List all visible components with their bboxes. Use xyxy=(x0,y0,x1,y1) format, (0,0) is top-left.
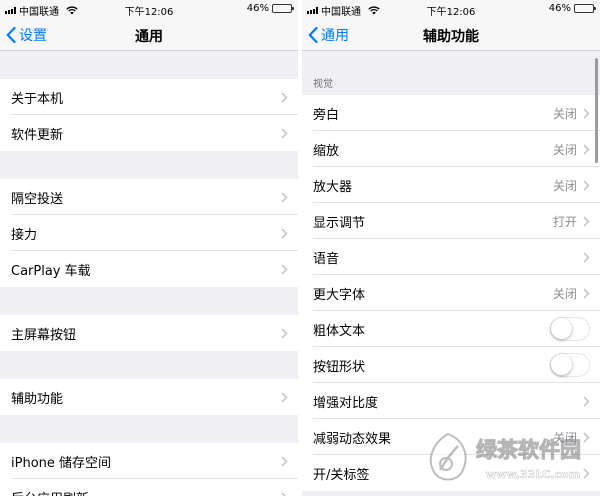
list-item[interactable]: 辅助功能 xyxy=(0,379,298,415)
chevron-right-icon xyxy=(281,391,288,403)
list-item-label: 辅助功能 xyxy=(11,391,64,407)
toggle-switch[interactable] xyxy=(550,353,590,377)
battery-icon xyxy=(574,4,596,13)
settings-list: 关于本机软件更新隔空投送接力 CarPlay 车载 主屏幕按钮辅助功能 iPhone … xyxy=(0,51,298,496)
chevron-right-icon xyxy=(583,215,590,227)
list-item[interactable]: 粗体文本 xyxy=(302,311,600,347)
list-item-label: 按钮形状 xyxy=(313,359,366,375)
list-item-label: 显示调节 xyxy=(313,215,366,231)
toggle-knob xyxy=(551,354,572,375)
chevron-right-icon xyxy=(583,251,590,263)
list-item-value: 打开 xyxy=(552,214,577,229)
chevron-right-icon xyxy=(583,143,590,155)
list-item[interactable]: 后台应用刷新 xyxy=(0,479,298,496)
list-item-label: 主屏幕按钮 xyxy=(11,327,77,343)
watermark-brand: 绿茶软件园 xyxy=(476,438,582,463)
settings-group: 主屏幕按钮 xyxy=(0,315,298,351)
chevron-right-icon xyxy=(281,91,288,103)
status-bar: 中国联通 下午12:06 46% xyxy=(302,0,600,18)
list-item[interactable]: 语音 xyxy=(302,239,600,275)
list-item[interactable]: 显示调节 打开 xyxy=(302,203,600,239)
chevron-right-icon xyxy=(281,263,288,275)
list-item[interactable]: iPhone 储存空间 xyxy=(0,443,298,479)
list-item[interactable]: 增强对比度 xyxy=(302,383,600,419)
list-item-value: 关闭 xyxy=(552,178,577,193)
watermark-url: www.33LC.com xyxy=(486,468,581,482)
list-item-label: 放大器 xyxy=(313,179,353,195)
list-item-label: 接力 xyxy=(11,227,38,243)
battery-icon xyxy=(272,4,294,13)
list-item-label: 关于本机 xyxy=(11,91,64,107)
list-item-label: 粗体文本 xyxy=(313,323,366,339)
list-item-label: CarPlay 车载 xyxy=(11,263,91,279)
toggle-switch[interactable] xyxy=(550,317,590,341)
watermark-logo: 绿茶软件园 www.33LC.com xyxy=(424,428,596,492)
chevron-right-icon xyxy=(583,179,590,191)
chevron-right-icon xyxy=(281,455,288,467)
list-item[interactable]: 放大器 关闭 xyxy=(302,167,600,203)
settings-group: 辅助功能 xyxy=(0,379,298,415)
list-item-label: 更大字体 xyxy=(313,287,366,303)
list-item-value: 关闭 xyxy=(552,286,577,301)
list-item-label: 后台应用刷新 xyxy=(11,488,281,496)
leaf-logo-icon xyxy=(429,432,467,481)
list-item[interactable]: 更大字体 关闭 xyxy=(302,275,600,311)
page-title: 辅助功能 xyxy=(423,29,479,45)
list-item[interactable]: 关于本机 xyxy=(0,79,298,115)
accessibility-screen: 中国联通 下午12:06 46% 通用 辅助功能 视觉 旁白 关闭 缩放 关闭 放大器关… xyxy=(302,0,600,496)
navigation-bar: 设置 通用 xyxy=(0,18,298,51)
settings-group: iPhone 储存空间后台应用刷新 xyxy=(0,443,298,496)
list-item-label: 隔空投送 xyxy=(11,191,64,207)
navigation-bar: 通用 辅助功能 xyxy=(302,18,600,51)
battery-percent: 46% xyxy=(246,3,269,14)
list-item-label: 软件更新 xyxy=(11,127,64,143)
list-item[interactable]: 旁白 关闭 xyxy=(302,95,600,131)
status-bar: 中国联通 下午12:06 46% xyxy=(0,0,298,18)
list-item-value: 关闭 xyxy=(552,106,577,121)
list-item-label: iPhone 储存空间 xyxy=(11,455,112,471)
list-item-value: 关闭 xyxy=(552,142,577,157)
chevron-right-icon xyxy=(583,287,590,299)
chevron-right-icon xyxy=(281,491,287,496)
list-item[interactable]: 按钮形状 xyxy=(302,347,600,383)
chevron-right-icon xyxy=(281,191,288,203)
toggle-knob xyxy=(551,318,572,339)
list-item[interactable]: 软件更新 xyxy=(0,115,298,151)
list-item[interactable]: 隔空投送 xyxy=(0,179,298,215)
battery-percent: 46% xyxy=(548,3,571,14)
settings-group: 关于本机 软件更新 xyxy=(0,79,298,151)
general-settings-screen: 中国联通 下午12:06 46% 设置 通用 关于本机软件更新隔空投送接力 Car… xyxy=(0,0,298,496)
list-item-label: 旁白 xyxy=(313,107,340,123)
chevron-right-icon xyxy=(281,127,288,139)
list-item[interactable]: 主屏幕按钮 xyxy=(0,315,298,351)
list-item[interactable]: 接力 xyxy=(0,215,298,251)
chevron-right-icon xyxy=(583,395,590,407)
list-item-label: 增强对比度 xyxy=(313,395,379,411)
list-item[interactable]: CarPlay 车载 xyxy=(0,251,298,287)
list-item-label: 缩放 xyxy=(313,143,340,159)
list-item[interactable]: 缩放 关闭 xyxy=(302,131,600,167)
page-title: 通用 xyxy=(135,29,163,45)
chevron-right-icon xyxy=(281,327,288,339)
scroll-indicator[interactable] xyxy=(595,58,598,163)
section-header-vision: 视觉 xyxy=(313,79,333,90)
settings-group: 隔空投送接力 CarPlay 车载 xyxy=(0,179,298,287)
list-item-label: 语音 xyxy=(313,251,340,267)
chevron-right-icon xyxy=(281,227,288,239)
chevron-right-icon xyxy=(583,107,590,119)
